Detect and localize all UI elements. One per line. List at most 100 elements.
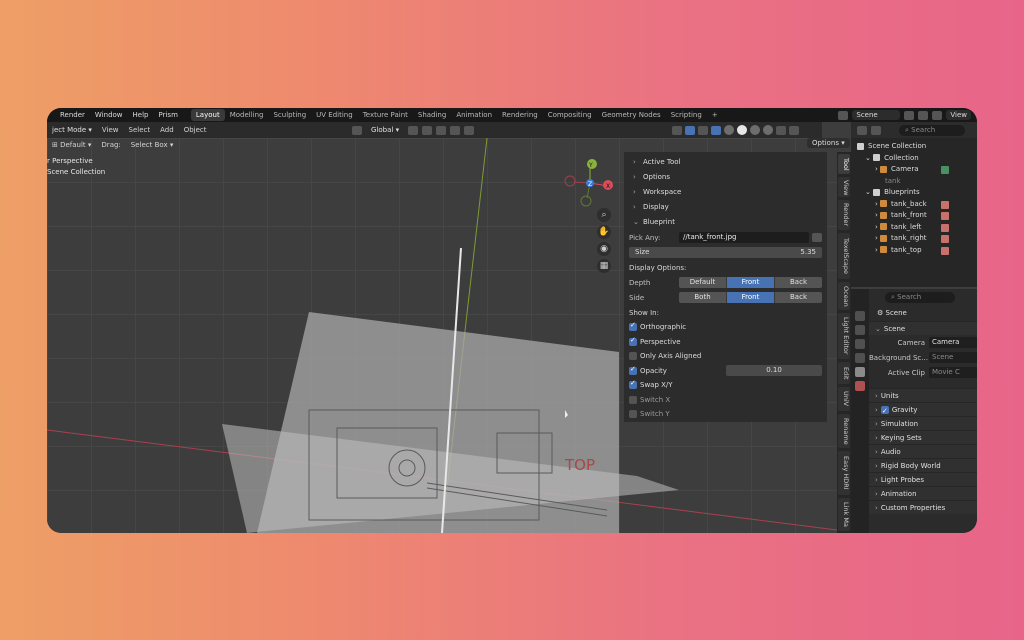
tab-render[interactable]: Render bbox=[838, 200, 850, 230]
size-slider[interactable]: Size 5.35 bbox=[629, 247, 822, 258]
animation-section[interactable]: › Animation bbox=[869, 486, 977, 500]
scene-field[interactable]: Scene bbox=[852, 110, 901, 120]
menu-view[interactable]: View bbox=[97, 126, 124, 134]
transform-orientation-dropdown[interactable]: Global ▾ bbox=[366, 125, 404, 135]
hand-pan-icon[interactable]: ✋ bbox=[597, 225, 611, 239]
perspective-checkbox[interactable]: Perspective bbox=[629, 335, 822, 350]
tab-compositing[interactable]: Compositing bbox=[543, 109, 597, 121]
menu-window[interactable]: Window bbox=[90, 111, 128, 119]
outliner-blueprints[interactable]: ⌄ Blueprints bbox=[851, 187, 977, 199]
camera-field[interactable]: Camera bbox=[929, 337, 977, 348]
tab-layout[interactable]: Layout bbox=[190, 109, 225, 121]
pick-any-field[interactable]: //tank_front.jpg bbox=[679, 232, 809, 243]
outliner-item-tank-left[interactable]: › tank_left bbox=[851, 222, 977, 234]
orientation-dropdown[interactable]: ⊞ Default ▾ bbox=[47, 141, 96, 149]
outliner-collection[interactable]: ⌄ Collection bbox=[851, 153, 977, 165]
units-section[interactable]: › Units bbox=[869, 388, 977, 402]
overlay-icon[interactable] bbox=[698, 125, 708, 135]
snap-target-icon[interactable] bbox=[436, 125, 447, 135]
keying-sets-section[interactable]: › Keying Sets bbox=[869, 430, 977, 444]
tab-uv-editing[interactable]: UV Editing bbox=[311, 109, 358, 121]
display-mode-icon[interactable] bbox=[871, 125, 881, 135]
switch-y-checkbox[interactable]: Switch Y bbox=[629, 407, 822, 422]
material-shading-icon[interactable] bbox=[750, 125, 760, 135]
outliner-item-tank-back[interactable]: › tank_back bbox=[851, 199, 977, 211]
tab-tool[interactable]: Tool bbox=[838, 154, 850, 174]
add-workspace-button[interactable]: + bbox=[707, 109, 723, 121]
falloff-icon[interactable] bbox=[464, 125, 475, 135]
swap-xy-checkbox[interactable]: Swap X/Y bbox=[629, 378, 822, 393]
menu-render[interactable]: Render bbox=[55, 111, 90, 119]
menu-add[interactable]: Add bbox=[155, 126, 179, 134]
drag-dropdown[interactable]: Select Box ▾ bbox=[126, 141, 179, 149]
grid-toggle-icon[interactable]: ▦ bbox=[597, 259, 611, 273]
scene-props-icon[interactable] bbox=[855, 367, 865, 377]
wireframe-shading-icon[interactable] bbox=[724, 125, 734, 135]
tab-view[interactable]: View bbox=[838, 177, 850, 197]
scene-section[interactable]: ⌄ Scene bbox=[869, 321, 977, 335]
section-options[interactable]: › Options bbox=[629, 170, 822, 185]
opacity-slider[interactable]: 0.10 bbox=[726, 365, 822, 377]
tab-rename[interactable]: Rename bbox=[838, 414, 850, 448]
solid-shading-icon[interactable] bbox=[737, 125, 747, 135]
outliner-item-tank-front[interactable]: › tank_front bbox=[851, 210, 977, 222]
tab-link-ma[interactable]: Link Ma bbox=[838, 498, 850, 531]
snap-icon[interactable] bbox=[422, 125, 433, 135]
tab-texelscape[interactable]: TexelScape bbox=[838, 233, 850, 279]
orthographic-checkbox[interactable]: Orthographic bbox=[629, 320, 822, 335]
properties-search-input[interactable]: ⌕ Search bbox=[885, 292, 955, 303]
tab-ocean[interactable]: Ocean bbox=[838, 282, 850, 310]
side-both-option[interactable]: Both bbox=[679, 292, 727, 303]
tab-modelling[interactable]: Modelling bbox=[225, 109, 269, 121]
background-scene-field[interactable]: Scene bbox=[929, 352, 977, 363]
tab-texture-paint[interactable]: Texture Paint bbox=[358, 109, 413, 121]
tab-rendering[interactable]: Rendering bbox=[497, 109, 543, 121]
active-clip-field[interactable]: Movie C bbox=[929, 367, 977, 378]
outliner-item-tank-right[interactable]: › tank_right bbox=[851, 233, 977, 245]
zoom-icon[interactable]: ⌕ bbox=[597, 208, 611, 222]
custom-properties-section[interactable]: › Custom Properties bbox=[869, 500, 977, 514]
outliner-type-icon[interactable] bbox=[857, 125, 867, 135]
tab-geometry-nodes[interactable]: Geometry Nodes bbox=[597, 109, 666, 121]
view-layer-props-icon[interactable] bbox=[855, 353, 865, 363]
opacity-check-icon[interactable] bbox=[629, 365, 637, 375]
outliner-camera[interactable]: › Camera bbox=[851, 164, 977, 176]
gizmo-toggle-icon[interactable] bbox=[685, 125, 695, 135]
tab-univ[interactable]: UniV bbox=[838, 387, 850, 411]
depth-front-option[interactable]: Front bbox=[727, 277, 775, 288]
folder-icon[interactable] bbox=[812, 233, 822, 242]
section-workspace[interactable]: › Workspace bbox=[629, 185, 822, 200]
side-front-option[interactable]: Front bbox=[727, 292, 775, 303]
depth-default-option[interactable]: Default bbox=[679, 277, 727, 288]
tab-scripting[interactable]: Scripting bbox=[666, 109, 707, 121]
camera-view-icon[interactable]: ◉ bbox=[597, 242, 611, 256]
menu-prism[interactable]: Prism bbox=[154, 111, 183, 119]
depth-back-option[interactable]: Back bbox=[775, 277, 822, 288]
menu-object[interactable]: Object bbox=[179, 126, 212, 134]
light-probes-section[interactable]: › Light Probes bbox=[869, 472, 977, 486]
options-dropdown[interactable]: Options ▾ bbox=[807, 138, 850, 148]
shading-options-icon[interactable] bbox=[776, 125, 786, 135]
tool-props-icon[interactable] bbox=[855, 311, 865, 321]
object-mode-dropdown[interactable]: ject Mode ▾ bbox=[47, 125, 97, 135]
gravity-section[interactable]: ›Gravity bbox=[869, 402, 977, 418]
tab-easy-hdri[interactable]: Easy HDRI bbox=[838, 451, 850, 495]
render-props-icon[interactable] bbox=[855, 325, 865, 335]
outliner-item-tank-top[interactable]: › tank_top bbox=[851, 245, 977, 257]
audio-section[interactable]: › Audio bbox=[869, 444, 977, 458]
tab-shading[interactable]: Shading bbox=[413, 109, 451, 121]
new-scene-icon[interactable] bbox=[918, 110, 929, 120]
pin-icon[interactable] bbox=[904, 110, 915, 120]
tab-light-editor[interactable]: Light Editor bbox=[838, 313, 850, 359]
pivot-icon[interactable] bbox=[408, 125, 419, 135]
rendered-shading-icon[interactable] bbox=[763, 125, 773, 135]
menu-select[interactable]: Select bbox=[124, 126, 156, 134]
visibility-icon[interactable] bbox=[672, 125, 682, 135]
simulation-section[interactable]: › Simulation bbox=[869, 416, 977, 430]
section-blueprint[interactable]: ⌄ Blueprint bbox=[629, 215, 822, 230]
rigid-body-world-section[interactable]: › Rigid Body World bbox=[869, 458, 977, 472]
menu-help[interactable]: Help bbox=[128, 111, 154, 119]
gravity-check-icon[interactable] bbox=[880, 404, 889, 418]
output-props-icon[interactable] bbox=[855, 339, 865, 349]
outliner-search-input[interactable]: ⌕ Search bbox=[899, 124, 965, 136]
